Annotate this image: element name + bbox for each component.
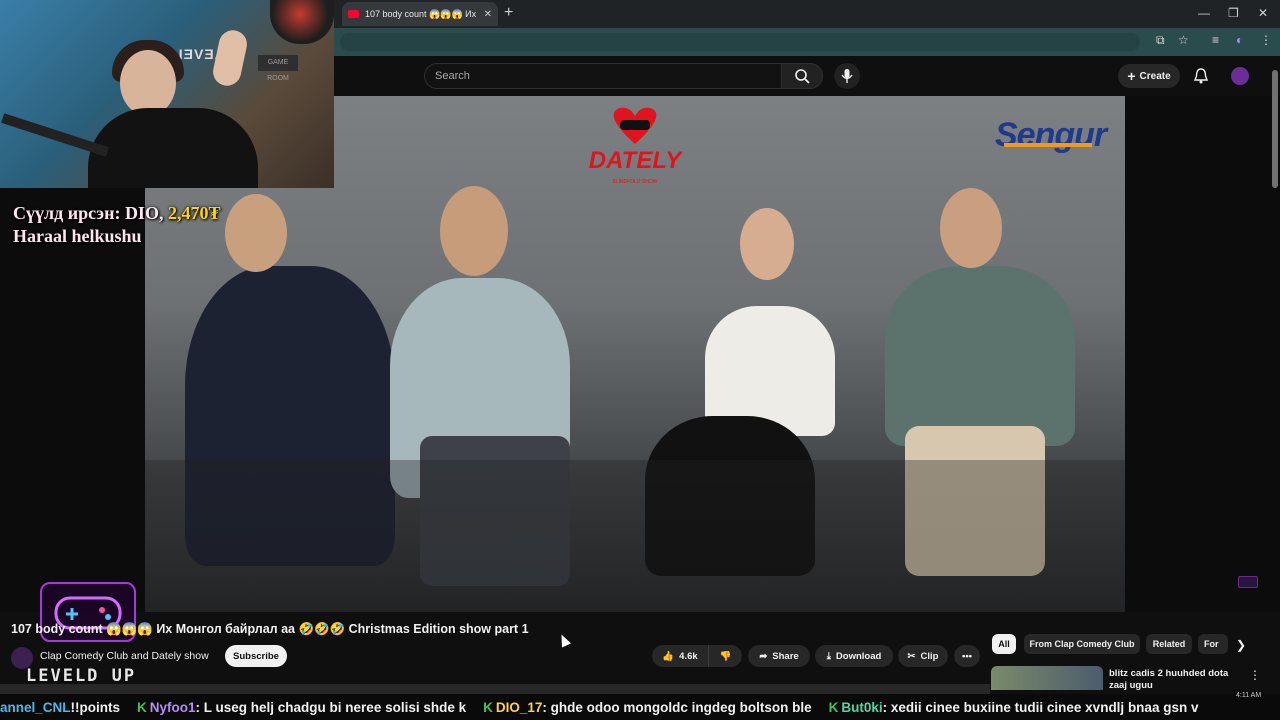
tab-close-icon[interactable]: ✕ [484,9,492,20]
description-box-edge[interactable] [0,684,990,694]
tab-title: 107 body count 😱😱😱 Их М [365,8,478,19]
guest-head [440,186,508,276]
recommended-video-menu-icon[interactable]: ⋮ [1249,668,1261,682]
ticker-message: : ghde odoo mongoldc ingdeg boltson ble [542,699,812,715]
microphone-icon [841,69,853,83]
create-button[interactable]: + Create [1118,64,1180,88]
ticker-username: Nyfoo1 [149,699,196,715]
last-donation-alert: Сүүлд ирсэн: DIO, 2,470₮ Haraal helkushu [13,202,220,248]
dately-logo-subtext: BLINDFOLD SHOW [612,179,657,185]
stage-floor [145,460,1125,612]
video-title: 107 body count 😱😱😱 Их Монгол байрлал аа … [11,622,529,636]
clip-label: Clip [920,650,939,662]
download-label: Download [835,650,882,662]
minimize-icon[interactable]: — [1198,6,1210,20]
share-label: Share [772,650,799,662]
chevron-right-icon[interactable]: ❯ [1236,638,1246,652]
youtube-favicon-icon [348,10,359,18]
woman-head [740,208,794,280]
search-input[interactable]: Search [424,63,782,89]
chip-from-channel[interactable]: From Clap Comedy Club [1024,634,1140,654]
subscribe-button[interactable]: Subscribe [225,645,287,667]
like-button[interactable]: 👍 4.6k [652,645,708,667]
bookmark-star-icon[interactable]: ☆ [1178,33,1189,47]
streamer-webcam: GAME ROOM LEVELD [0,0,334,188]
kick-badge-icon: K [483,699,493,715]
ticker-message: : xedii cinee buxiine tudii cinee xvndlj… [882,699,1199,715]
chip-for-you[interactable]: For [1198,634,1228,654]
install-app-icon[interactable]: ⧉ [1156,33,1165,48]
search-icon [795,69,810,84]
page-scrollbar[interactable] [1272,70,1278,188]
thumbs-down-icon: 👎 [719,650,732,662]
plus-icon: + [1127,68,1136,84]
sponsor-logo: Sengur [995,116,1107,154]
player-watermark-icon [1238,576,1258,588]
search-button[interactable] [781,63,823,89]
sponsor-logo-underline [1004,143,1092,147]
media-controls-icon[interactable]: ≡ [1212,33,1219,47]
more-dots-icon: ••• [962,650,972,662]
host-right-jacket [885,266,1075,446]
create-label: Create [1139,70,1171,82]
host-left-head [225,194,287,272]
webcam-wall-sign: GAME ROOM [258,55,298,82]
donation-amount: 2,470₮ [167,203,221,223]
donation-message: Haraal helkushu [13,226,142,246]
share-arrow-icon: ➦ [759,650,768,662]
more-actions-button[interactable]: ••• [954,645,980,667]
ticker-username: annel_CNL [0,699,71,715]
stream-brand-text: LEVELD UP [26,666,137,686]
thumbs-up-icon: 👍 [662,650,675,662]
host-right-head [940,188,1002,268]
close-icon[interactable]: ✕ [1258,6,1268,20]
new-tab-button[interactable]: + [504,5,513,21]
recommended-video-title[interactable]: blitz cadis 2 huuhded dota zaaj uguu [1109,668,1244,692]
notifications-bell-icon[interactable] [1192,67,1210,85]
dately-show-logo: DATELY BLINDFOLD SHOW [589,107,683,185]
system-clock: 4:11 AM [1236,692,1262,699]
browser-tab[interactable]: 107 body count 😱😱😱 Их М ✕ [342,2,498,26]
restore-icon[interactable]: ❐ [1228,6,1239,20]
chat-ticker: annel_CNL !!points K Nyfoo1 : L useg hel… [0,694,1280,720]
account-avatar[interactable] [1231,67,1249,85]
voice-search-button[interactable] [834,63,860,89]
streamer-waving-hand [210,27,250,89]
scissors-icon: ✂ [907,650,916,662]
extension-icon[interactable]: ◐ [1236,33,1243,47]
download-icon: ⤓ [826,650,831,662]
clip-button[interactable]: ✂ Clip [898,645,948,667]
dislike-button[interactable]: 👎 [708,645,742,667]
streamer-microphone-arm [1,113,109,157]
download-button[interactable]: ⤓ Download [815,645,893,667]
dately-logo-text: DATELY [589,147,683,174]
ticker-message: !!points [70,699,121,715]
mouse-cursor-icon [556,632,572,648]
like-count: 4.6k [679,650,698,662]
ticker-username: But0ki [841,699,883,715]
chip-related[interactable]: Related [1146,634,1192,654]
streamer-shirt [88,108,258,188]
ticker-message: : L useg helj chadgu bi neree solisi shd… [195,699,467,715]
kick-badge-icon: K [137,699,147,715]
streamer-face [120,50,176,116]
chip-all[interactable]: All [992,634,1016,654]
player-letterbox-right [1125,96,1280,612]
channel-avatar[interactable] [11,647,33,669]
dartboard-icon [270,0,334,44]
kick-badge-icon: K [828,699,839,715]
browser-menu-icon[interactable]: ⋮ [1260,33,1272,47]
recommended-video-thumbnail[interactable] [991,666,1103,690]
address-field[interactable] [340,33,1140,51]
donation-prefix: Сүүлд ирсэн: DIO, [13,203,164,223]
share-button[interactable]: ➦ Share [748,645,810,667]
channel-name-link[interactable]: Clap Comedy Club and Dately show [40,650,209,662]
ticker-username: DIO_17 [495,699,543,715]
